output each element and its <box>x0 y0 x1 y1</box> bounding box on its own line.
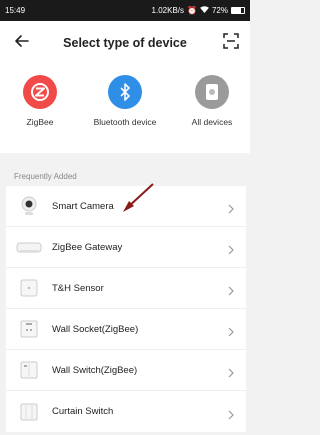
chevron-right-icon <box>226 283 236 296</box>
chevron-right-icon <box>226 201 236 214</box>
wall-socket-icon <box>16 316 42 342</box>
network-speed: 1.02KB/s <box>151 6 185 15</box>
wall-switch-icon <box>16 357 42 383</box>
smart-camera-icon <box>16 193 42 219</box>
list-item[interactable]: Wall Socket(ZigBee) <box>6 309 246 350</box>
status-bar: 15:49 1.02KB/s ⏰ 72% <box>0 0 250 21</box>
alarm-icon: ⏰ <box>187 6 197 15</box>
list-item-label: T&H Sensor <box>52 282 104 294</box>
header: Select type of device <box>0 21 250 65</box>
all-devices-icon <box>195 75 229 109</box>
device-list: Smart Camera ZigBee Gateway T&H Sensor W… <box>6 186 246 432</box>
section-title: Frequently Added <box>14 172 77 181</box>
zigbee-icon <box>23 75 57 109</box>
wifi-icon <box>200 6 209 15</box>
list-item-label: Curtain Switch <box>52 406 114 417</box>
battery-icon <box>231 7 245 14</box>
th-sensor-icon <box>16 275 42 301</box>
chevron-right-icon <box>226 242 236 255</box>
list-item-label: Wall Socket(ZigBee) <box>52 323 139 335</box>
list-item[interactable]: ZigBee Gateway <box>6 227 246 268</box>
battery-percent: 72% <box>211 6 228 15</box>
list-item[interactable]: Curtain Switch <box>6 391 246 432</box>
page-title: Select type of device <box>63 36 187 50</box>
list-item[interactable]: T&H Sensor <box>6 268 246 309</box>
category-all-devices[interactable]: All devices <box>172 75 252 127</box>
status-time: 15:49 <box>5 6 26 15</box>
list-item[interactable]: Smart Camera <box>6 186 246 227</box>
back-arrow-icon[interactable] <box>12 31 32 51</box>
list-item-label: Wall Switch(ZigBee) <box>52 364 138 376</box>
bluetooth-icon <box>108 75 142 109</box>
list-item[interactable]: Wall Switch(ZigBee) <box>6 350 246 391</box>
category-zigbee[interactable]: ZigBee <box>0 75 80 127</box>
scan-icon[interactable] <box>222 32 240 50</box>
curtain-switch-icon <box>16 399 42 425</box>
chevron-right-icon <box>226 365 236 378</box>
zigbee-gateway-icon <box>16 234 42 260</box>
category-bluetooth[interactable]: Bluetooth device <box>85 75 165 127</box>
category-label: ZigBee <box>26 117 54 127</box>
category-label: Bluetooth device <box>93 117 157 127</box>
list-item-label: ZigBee Gateway <box>52 241 123 253</box>
chevron-right-icon <box>226 407 236 419</box>
list-item-label: Smart Camera <box>52 200 114 212</box>
device-categories: ZigBee Bluetooth device All devices <box>0 65 250 153</box>
status-right: 1.02KB/s ⏰ 72% <box>152 6 245 15</box>
category-label: All devices <box>191 117 233 127</box>
chevron-right-icon <box>226 324 236 337</box>
